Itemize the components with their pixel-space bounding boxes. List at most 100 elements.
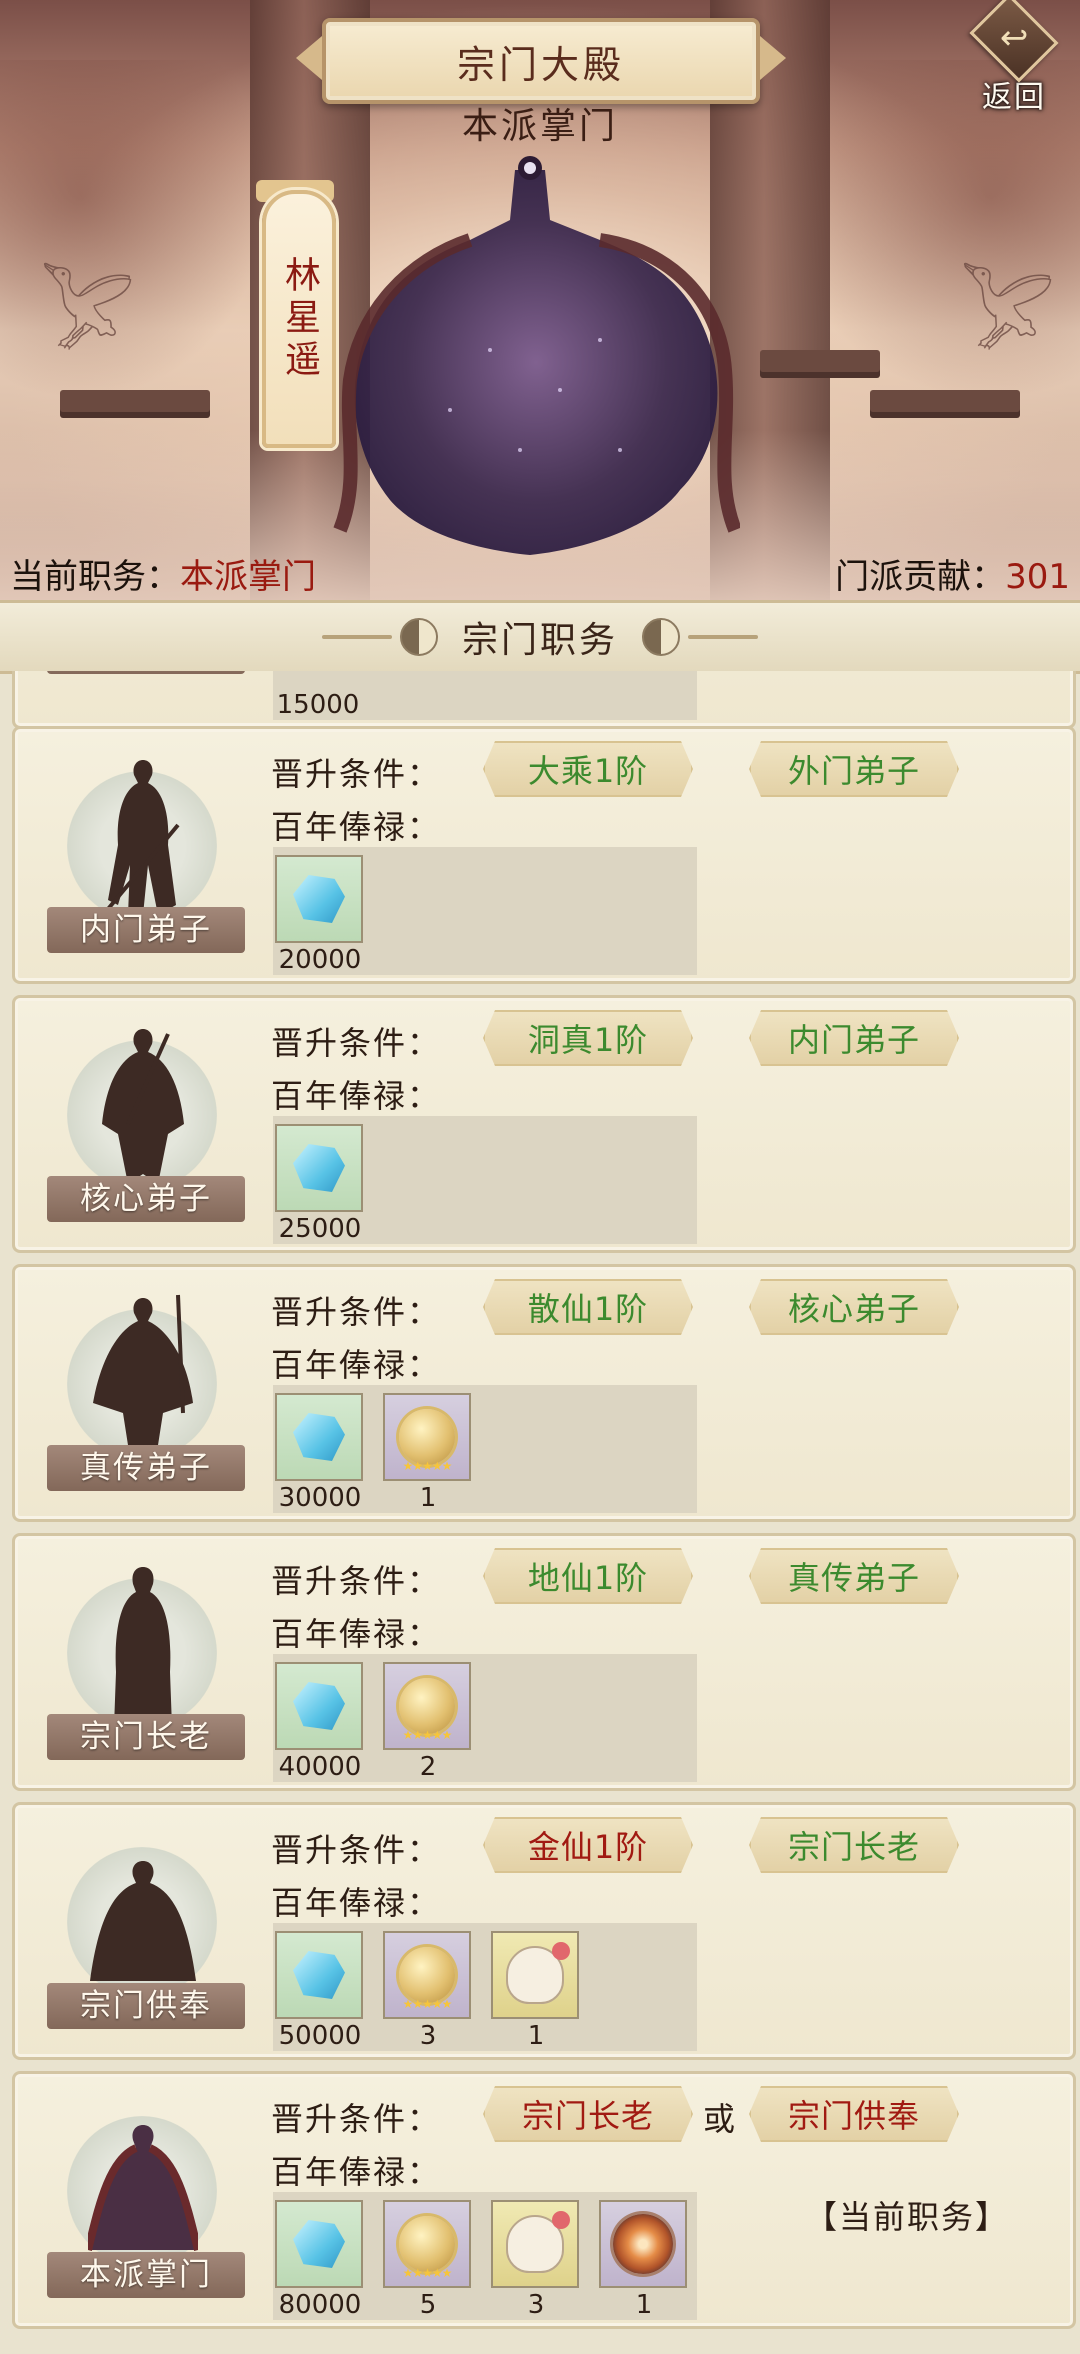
rank-card[interactable]: 核心弟子 晋升条件： 洞真1阶 内门弟子 百年俸禄： 25000 [12, 995, 1076, 1253]
rank-card[interactable]: 宗门长老 晋升条件： 地仙1阶 真传弟子 百年俸禄： 40000 ★★★★★ 2 [12, 1533, 1076, 1791]
reward-item[interactable]: 1 [491, 1931, 581, 2051]
requirement-tag: 真传弟子 [749, 1548, 959, 1604]
reward-item[interactable]: 40000 [275, 1662, 365, 1782]
requirement-tag: 地仙1阶 [483, 1548, 693, 1604]
current-position-value: 本派掌门 [180, 556, 316, 597]
hall-bench [760, 350, 880, 372]
reward-slot-area: 80000 ★★★★★ 5 3 1 [273, 2192, 697, 2320]
rank-card[interactable]: 内门弟子 晋升条件： 大乘1阶 外门弟子 百年俸禄： 20000 [12, 726, 1076, 984]
condition-label: 晋升条件： [271, 1562, 442, 1600]
rank-avatar: 宗门供奉 [33, 1823, 253, 2043]
rank-avatar: 宗门长老 [33, 1554, 253, 1774]
requirement-tag: 内门弟子 [749, 1010, 959, 1066]
priest-silhouette-icon [90, 1861, 196, 1981]
condition-label: 晋升条件： [271, 1293, 442, 1331]
rank-name: 内门弟子 [47, 907, 245, 953]
reward-item[interactable]: 20000 [275, 855, 365, 975]
rank-card[interactable]: 宗门供奉 晋升条件： 金仙1阶 宗门长老 百年俸禄： 50000 ★★★★★ 3… [12, 1802, 1076, 2060]
yin-yang-icon [642, 618, 680, 656]
requirement-tag: 金仙1阶 [483, 1817, 693, 1873]
condition-label: 晋升条件： [271, 755, 442, 793]
rank-card-partial: 15000 [12, 671, 1076, 729]
reward-item[interactable]: 80000 [275, 2200, 365, 2320]
beast-skull-icon [491, 1931, 579, 2019]
sect-hall-scene: 𓅯 𓅯 宗门大殿 本派掌门 ↩ 返回 林星遥 当前职务：本派掌门 门派贡献：30… [0, 0, 1080, 600]
salary-label: 百年俸禄： [271, 1077, 442, 1115]
fire-orb-icon [599, 2200, 687, 2288]
reward-item[interactable]: 30000 [275, 1393, 365, 1513]
reward-item[interactable]: ★★★★★ 1 [383, 1393, 473, 1513]
requirement-tag: 外门弟子 [749, 741, 959, 797]
reward-item[interactable]: 50000 [275, 1931, 365, 2051]
salary-label: 百年俸禄： [271, 1346, 442, 1384]
rank-avatar: 内门弟子 [33, 747, 253, 967]
rank-name: 核心弟子 [47, 1176, 245, 1222]
contribution-value: 301 [1005, 556, 1070, 597]
reward-count: 1 [419, 1483, 437, 1513]
leader-rank-title: 本派掌门 [461, 106, 618, 147]
player-status-bar: 当前职务：本派掌门 门派贡献：301 [0, 545, 1080, 600]
leader-name: 林星遥 [279, 256, 320, 382]
reward-slot-area: 25000 [273, 1116, 697, 1244]
current-position-tag: 【当前职务】 [805, 2198, 1010, 2236]
reward-count: 1 [527, 2021, 545, 2051]
condition-label: 晋升条件： [271, 2100, 442, 2138]
requirement-or: 或 [703, 2100, 736, 2138]
reward-item[interactable]: 1 [599, 2200, 689, 2320]
spirit-stone-icon [275, 1124, 363, 1212]
current-position-label: 当前职务： [10, 556, 180, 597]
back-button[interactable]: ↩ 返回 [964, 0, 1064, 116]
requirement-tag: 宗门供奉 [749, 2086, 959, 2142]
reward-count: 80000 [278, 2290, 362, 2320]
current-position: 当前职务：本派掌门 [10, 549, 316, 598]
reward-item[interactable]: ★★★★★ 5 [383, 2200, 473, 2320]
yin-yang-icon [399, 618, 438, 656]
disciple-silhouette-icon [102, 1029, 184, 1184]
reward-slot-area: 50000 ★★★★★ 3 1 [273, 1923, 697, 2051]
reward-slot-area: 20000 [273, 847, 697, 975]
reward-item[interactable]: 25000 [275, 1124, 365, 1244]
reward-count: 25000 [278, 1214, 362, 1244]
rank-name: 真传弟子 [47, 1445, 245, 1491]
reward-count: 50000 [278, 2021, 362, 2051]
reward-item[interactable]: ★★★★★ 2 [383, 1662, 473, 1782]
rank-avatar-label [47, 671, 245, 674]
crane-statue-icon: 𓅯 [40, 271, 136, 364]
reward-item[interactable]: ★★★★★ 3 [383, 1931, 473, 2051]
section-header: 宗门职务 [0, 600, 1080, 674]
condition-label: 晋升条件： [271, 1024, 442, 1062]
back-arrow-icon: ↩ [969, 0, 1059, 83]
reward-count: 3 [419, 2021, 437, 2051]
salary-label: 百年俸禄： [271, 1615, 442, 1653]
golden-pill-icon: ★★★★★ [383, 1931, 471, 2019]
sect-contribution: 门派贡献：301 [835, 549, 1070, 598]
hall-bench [870, 390, 1020, 412]
salary-label: 百年俸禄： [271, 2153, 442, 2191]
sect-leader-silhouette-icon [88, 2125, 198, 2251]
page-title: 宗门大殿 [296, 18, 786, 104]
rank-avatar: 真传弟子 [33, 1285, 253, 1505]
rank-card[interactable]: 真传弟子 晋升条件： 散仙1阶 核心弟子 百年俸禄： 30000 ★★★★★ 1 [12, 1264, 1076, 1522]
reward-slot-area: 15000 [273, 671, 697, 720]
elder-silhouette-icon [114, 1567, 172, 1727]
golden-pill-icon: ★★★★★ [383, 2200, 471, 2288]
reward-count: 3 [527, 2290, 545, 2320]
spirit-stone-icon [275, 1393, 363, 1481]
sect-leader-figure[interactable] [320, 150, 740, 570]
rank-card-current[interactable]: 本派掌门 晋升条件： 宗门长老 或 宗门供奉 百年俸禄： 80000 ★★★★★… [12, 2071, 1076, 2329]
crane-statue-icon: 𓅯 [960, 271, 1056, 364]
rank-list[interactable]: 15000 内门弟子 晋升条件： 大乘1阶 外门弟子 百年俸禄： 20000 核… [0, 671, 1080, 2354]
reward-slot-area: 40000 ★★★★★ 2 [273, 1654, 697, 1782]
requirement-tag: 散仙1阶 [483, 1279, 693, 1335]
salary-label: 百年俸禄： [271, 808, 442, 846]
reward-item[interactable]: 3 [491, 2200, 581, 2320]
rank-name: 宗门长老 [47, 1714, 245, 1760]
header-ornament [688, 635, 758, 639]
condition-label: 晋升条件： [271, 1831, 442, 1869]
rank-name: 宗门供奉 [47, 1983, 245, 2029]
rank-avatar: 核心弟子 [33, 1016, 253, 1236]
reward-count: 2 [419, 1752, 437, 1782]
spirit-stone-icon [275, 2200, 363, 2288]
requirement-tag: 核心弟子 [749, 1279, 959, 1335]
disciple-silhouette-icon [93, 1294, 193, 1458]
